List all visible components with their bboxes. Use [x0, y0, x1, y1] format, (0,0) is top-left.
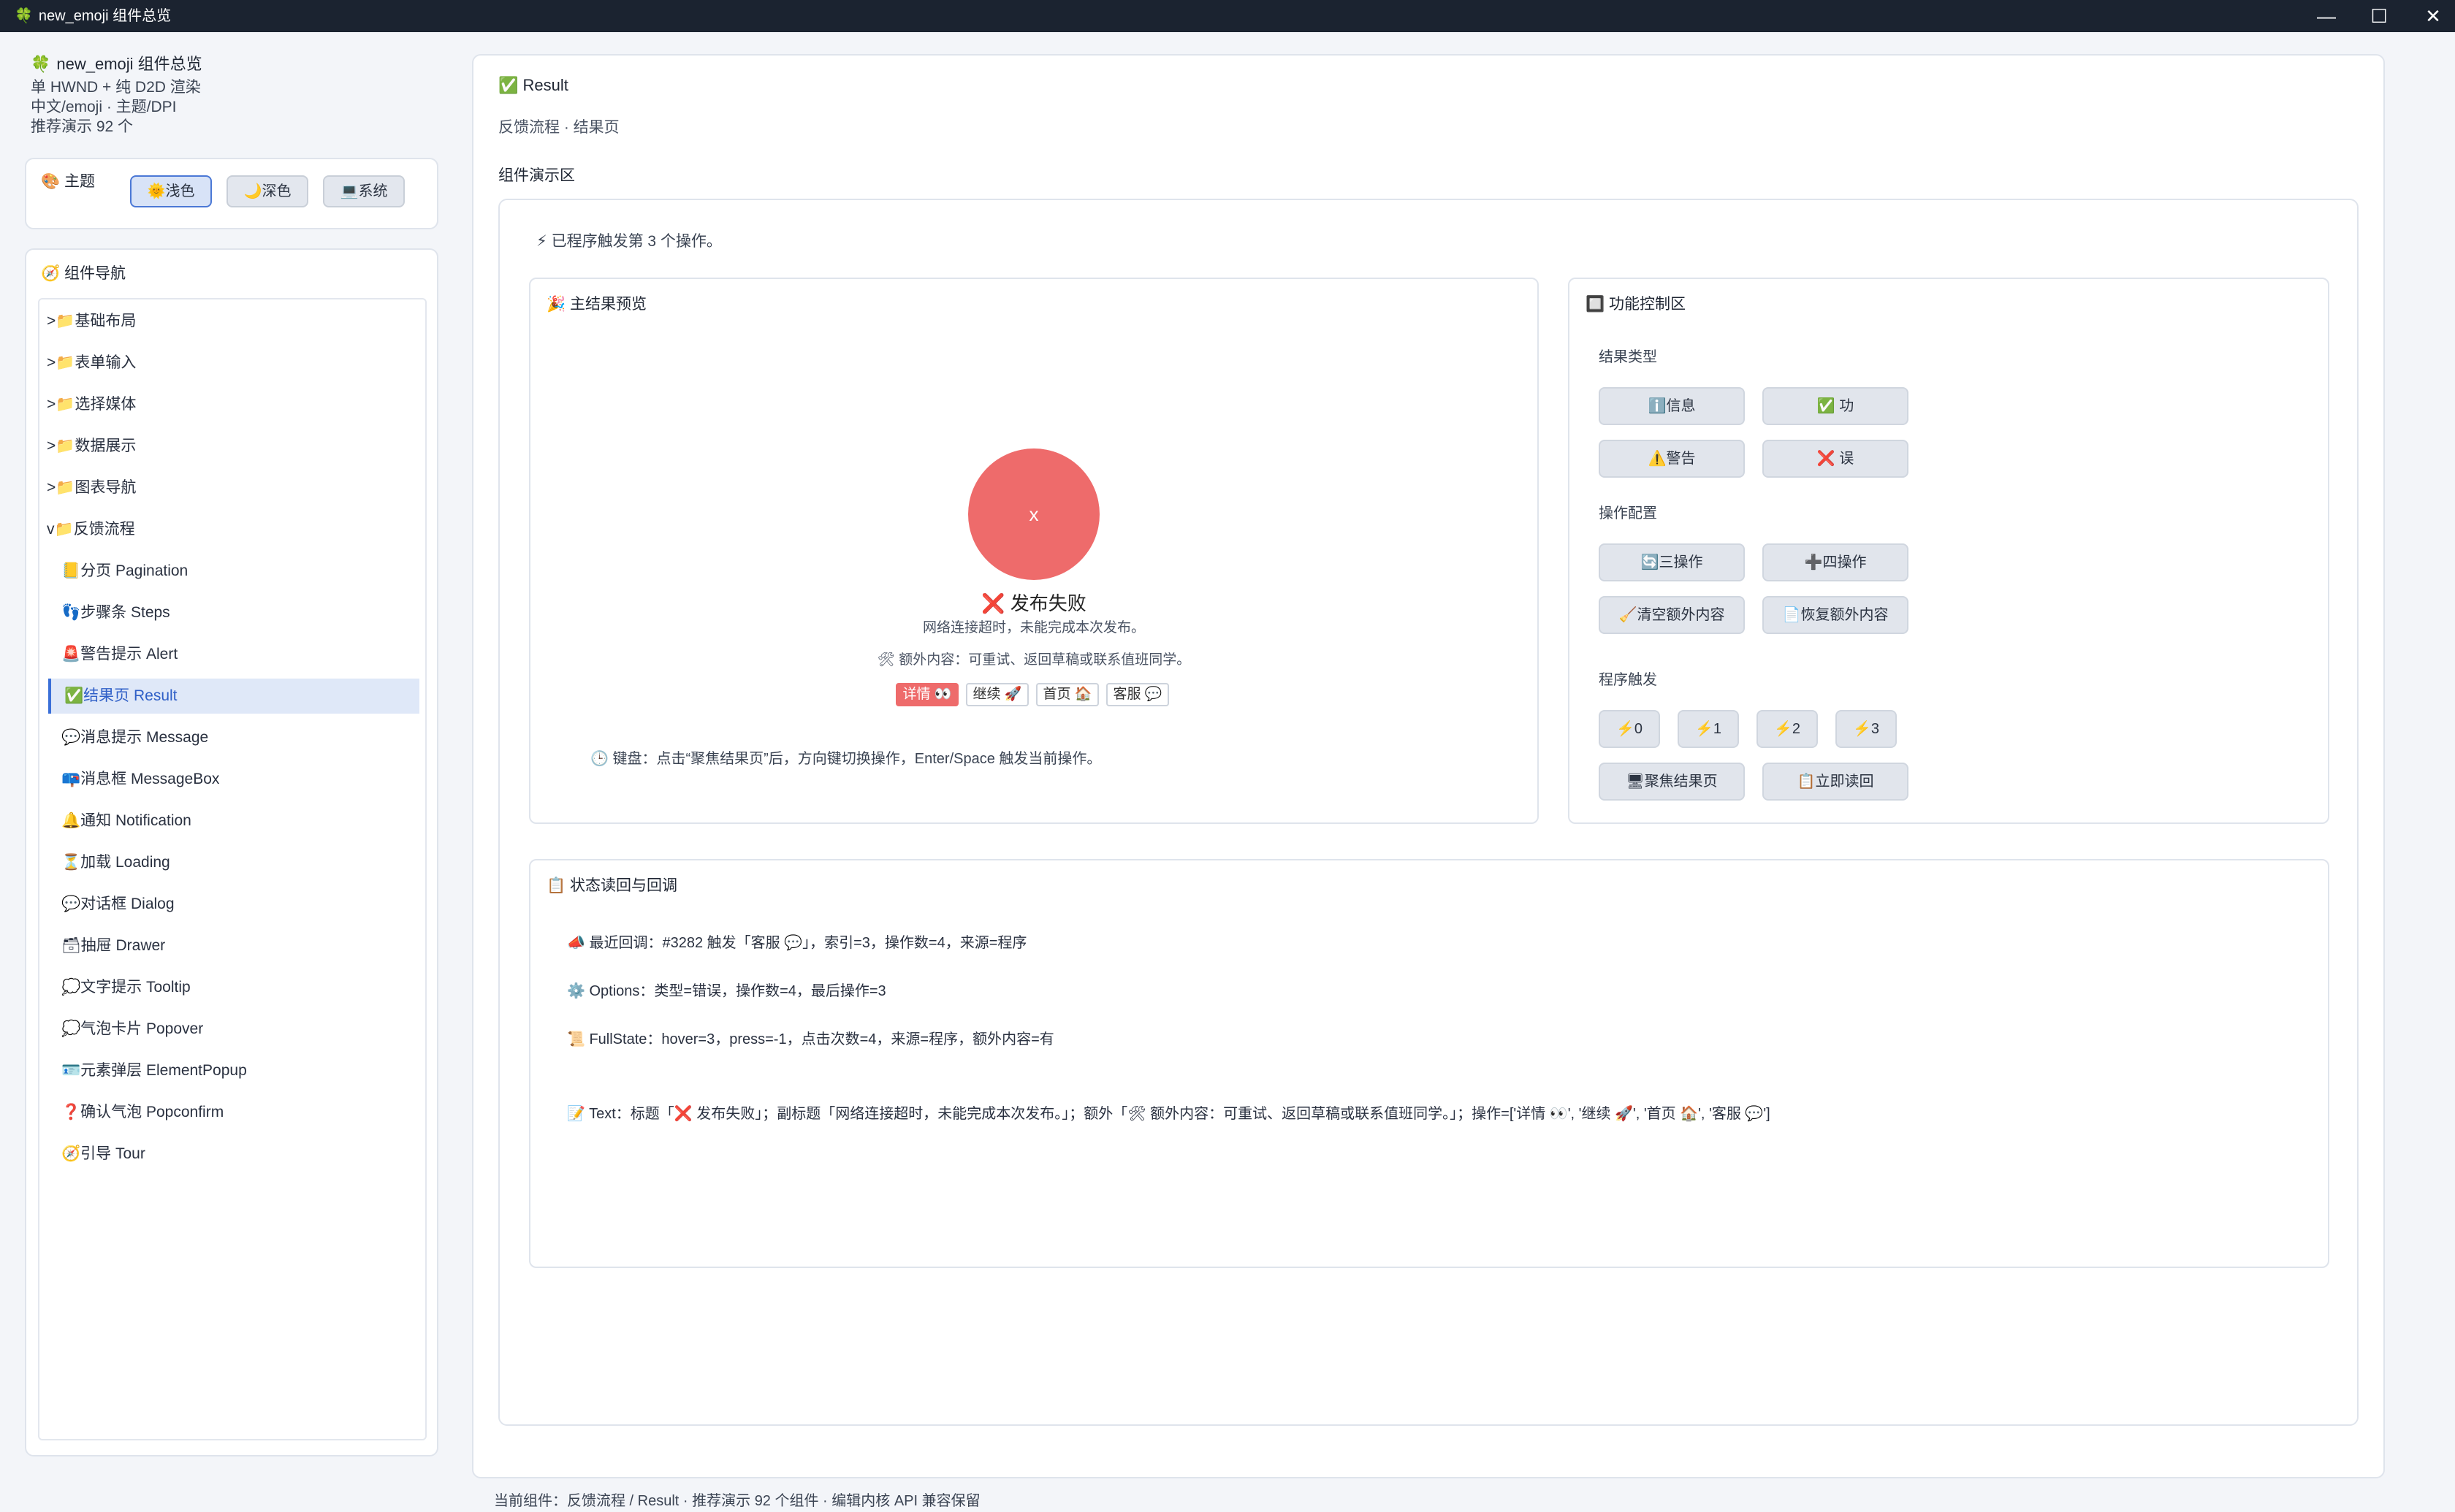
fullstate-line: 📜 FullState：hover=3，press=-1，点击次数=4，来源=程… [567, 1031, 1054, 1047]
three-ops-button[interactable]: 🔄三操作 [1599, 543, 1745, 581]
last-callback-line: 📣 最近回调：#3282 触发「客服 💬」，索引=3，操作数=4，来源=程序 [567, 935, 1027, 951]
keyboard-hint: 🕒 键盘：点击“聚焦结果页”后，方向键切换操作，Enter/Space 触发当前… [590, 751, 1102, 767]
nav-group-feedback[interactable]: v📁反馈流程 [47, 512, 419, 547]
result-title: ❌ 发布失败 [981, 592, 1086, 614]
control-card: 🔲 功能控制区 结果类型 ℹ️信息 ✅ 功 ⚠️警告 ❌ 误 操作配置 🔄三操作… [1568, 278, 2329, 824]
nav-item-drawer[interactable]: 🗃抽屉 Drawer [61, 928, 419, 963]
result-actions: 详情 👀 继续 🚀 首页 🏠 客服 💬 [896, 683, 1188, 708]
nav-item-loading[interactable]: ⏳加载 Loading [61, 845, 419, 880]
result-extra: 🛠 额外内容：可重试、返回草稿或联系值班同学。 [877, 652, 1191, 668]
nav-group-layout[interactable]: >📁基础布局 [47, 304, 419, 339]
trigger-message: ⚡ 已程序触发第 3 个操作。 [536, 233, 722, 250]
theme-card: 🎨 主题 🌞浅色 🌙深色 💻系统 [25, 158, 438, 229]
nav-item-tooltip[interactable]: 💭文字提示 Tooltip [61, 970, 419, 1005]
nav-group-chart[interactable]: >📁图表导航 [47, 470, 419, 505]
clover-icon: 🍀 [15, 8, 33, 24]
control-title: 🔲 功能控制区 [1586, 296, 1686, 313]
window-title: 🍀 new_emoji 组件总览 [15, 0, 171, 32]
nav-item-alert[interactable]: 🚨警告提示 Alert [61, 637, 419, 672]
nav-title: 🧭 组件导航 [41, 265, 126, 282]
options-line: ⚙️ Options：类型=错误，操作数=4，最后操作=3 [567, 983, 886, 999]
meta-line: 中文/emoji · 主题/DPI [31, 99, 177, 115]
window-titlebar: 🍀 new_emoji 组件总览 — ☐ ✕ [0, 0, 2455, 32]
nav-item-result[interactable]: ✅结果页 Result [48, 679, 419, 714]
clear-extra-button[interactable]: 🧹清空额外内容 [1599, 596, 1745, 634]
restore-extra-button[interactable]: 📄恢复额外内容 [1762, 596, 1908, 634]
type-warning-button[interactable]: ⚠️警告 [1599, 440, 1745, 478]
nav-item-popover[interactable]: 💭气泡卡片 Popover [61, 1012, 419, 1047]
meta-line: 单 HWND + 纯 D2D 渲染 [31, 79, 201, 96]
trigger-0-button[interactable]: ⚡0 [1599, 710, 1660, 748]
nav-item-dialog[interactable]: 💬对话框 Dialog [61, 887, 419, 922]
read-back-button[interactable]: 📋立即读回 [1762, 763, 1908, 801]
text-line: 📝 Text：标题「❌ 发布失败」；副标题「网络连接超时，未能完成本次发布。」；… [567, 1106, 1770, 1122]
app-name-text: new_emoji 组件总览 [56, 55, 202, 73]
nav-item-popconfirm[interactable]: ❓确认气泡 Popconfirm [61, 1095, 419, 1130]
ops-config-label: 操作配置 [1599, 505, 1657, 522]
trigger-1-button[interactable]: ⚡1 [1678, 710, 1739, 748]
action-home-button[interactable]: 首页 🏠 [1036, 683, 1099, 706]
type-info-button[interactable]: ℹ️信息 [1599, 387, 1745, 425]
result-subtitle: 网络连接超时，未能完成本次发布。 [922, 620, 1145, 635]
four-ops-button[interactable]: ➕四操作 [1762, 543, 1908, 581]
result-error-icon: x [968, 448, 1100, 580]
theme-label: 🎨 主题 [41, 173, 95, 190]
program-trigger-label: 程序触发 [1599, 672, 1657, 688]
preview-title: 🎉 主结果预览 [547, 296, 647, 313]
meta-line: 推荐演示 92 个 [31, 118, 134, 135]
page-title: ✅ Result [498, 76, 568, 94]
nav-item-elementpopup[interactable]: 🪪元素弹层 ElementPopup [61, 1053, 419, 1088]
status-footer: 当前组件：反馈流程 / Result · 推荐演示 92 个组件 · 编辑内核 … [494, 1493, 981, 1509]
result-type-label: 结果类型 [1599, 349, 1657, 365]
nav-group-data[interactable]: >📁数据展示 [47, 429, 419, 464]
theme-light-button[interactable]: 🌞浅色 [130, 175, 212, 207]
type-success-button[interactable]: ✅ 功 [1762, 387, 1908, 425]
nav-item-pagination[interactable]: 📒分页 Pagination [61, 554, 419, 589]
page-subtitle: 反馈流程 · 结果页 [498, 119, 620, 136]
nav-item-tour[interactable]: 🧭引导 Tour [61, 1137, 419, 1172]
nav-group-form[interactable]: >📁表单输入 [47, 345, 419, 381]
nav-item-message[interactable]: 💬消息提示 Message [61, 720, 419, 755]
nav-card: 🧭 组件导航 >📁基础布局 >📁表单输入 >📁选择媒体 >📁数据展示 >📁图表导… [25, 248, 438, 1456]
window-title-text: new_emoji 组件总览 [38, 8, 172, 24]
focus-result-button[interactable]: 🖥聚焦结果页 [1599, 763, 1745, 801]
main-panel: ✅ Result 反馈流程 · 结果页 组件演示区 ⚡ 已程序触发第 3 个操作… [472, 54, 2385, 1478]
clover-icon: 🍀 [31, 55, 51, 73]
action-detail-button[interactable]: 详情 👀 [896, 683, 959, 706]
state-title: 📋 状态读回与回调 [547, 877, 677, 894]
state-readback-card: 📋 状态读回与回调 📣 最近回调：#3282 触发「客服 💬」，索引=3，操作数… [529, 859, 2329, 1268]
type-error-button[interactable]: ❌ 误 [1762, 440, 1908, 478]
app-name: 🍀 new_emoji 组件总览 [31, 51, 440, 77]
result-preview-card: 🎉 主结果预览 x ❌ 发布失败 网络连接超时，未能完成本次发布。 🛠 额外内容… [529, 278, 1539, 824]
nav-group-media[interactable]: >📁选择媒体 [47, 387, 419, 422]
demo-area: ⚡ 已程序触发第 3 个操作。 🎉 主结果预览 x ❌ 发布失败 网络连接超时，… [498, 199, 2359, 1426]
nav-item-messagebox[interactable]: 📪消息框 MessageBox [61, 762, 419, 797]
nav-tree: >📁基础布局 >📁表单输入 >📁选择媒体 >📁数据展示 >📁图表导航 v📁反馈流… [38, 298, 427, 1440]
action-continue-button[interactable]: 继续 🚀 [966, 683, 1029, 706]
nav-item-notification[interactable]: 🔔通知 Notification [61, 803, 419, 839]
demo-area-title: 组件演示区 [498, 167, 575, 184]
close-button[interactable]: ✕ [2401, 0, 2455, 32]
sidebar-header: 🍀 new_emoji 组件总览 单 HWND + 纯 D2D 渲染 中文/emo… [31, 51, 440, 137]
action-support-button[interactable]: 客服 💬 [1106, 683, 1169, 706]
trigger-3-button[interactable]: ⚡3 [1835, 710, 1897, 748]
nav-item-steps[interactable]: 👣步骤条 Steps [61, 595, 419, 630]
trigger-2-button[interactable]: ⚡2 [1756, 710, 1818, 748]
theme-system-button[interactable]: 💻系统 [323, 175, 405, 207]
theme-dark-button[interactable]: 🌙深色 [227, 175, 308, 207]
